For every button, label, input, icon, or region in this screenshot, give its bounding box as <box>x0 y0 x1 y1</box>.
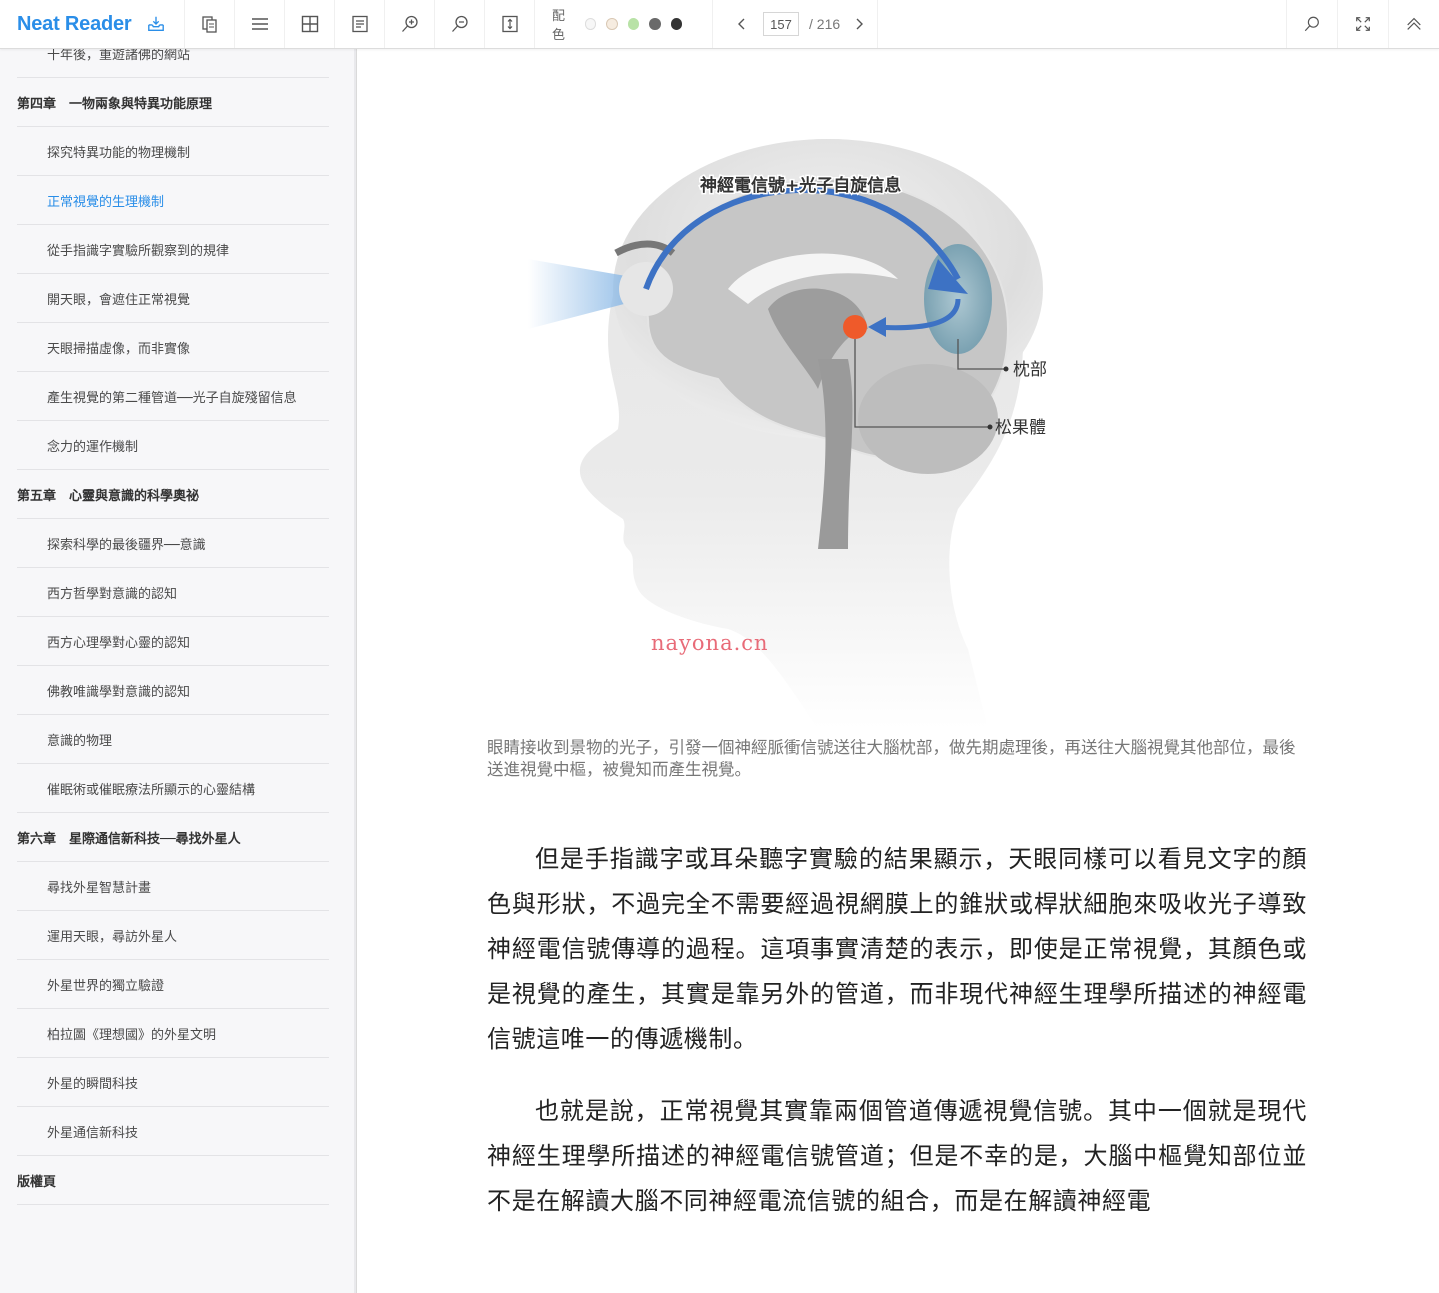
grid-icon <box>301 15 318 33</box>
zoom-out-button[interactable] <box>434 0 484 48</box>
collapse-up-icon <box>1407 17 1421 30</box>
toc-chapter[interactable]: 第五章 心靈與意識的科學奧祕 <box>17 470 329 519</box>
next-page-button[interactable] <box>850 15 868 33</box>
toc-item[interactable]: 從手指識字實驗所觀察到的規律 <box>17 225 329 274</box>
fullscreen-button[interactable] <box>1337 0 1388 48</box>
figure-caption: 眼睛接收到景物的光子，引發一個神經脈衝信號送往大腦枕部，做先期處理後，再送往大腦… <box>487 738 1296 779</box>
color-scheme-label: 配色 <box>552 9 566 43</box>
pineal-gland <box>843 315 867 339</box>
brand: Neat Reader <box>0 0 184 48</box>
fit-height-icon <box>501 15 518 33</box>
reading-pane: 神經電信號+光子自旋信息 枕部 松果體 nayona.cn 眼睛接收到景物的光子… <box>358 49 1439 1293</box>
menu-icon <box>251 18 268 30</box>
layout-button[interactable] <box>284 0 334 48</box>
page-number-input[interactable] <box>763 12 799 36</box>
zoom-in-button[interactable] <box>384 0 434 48</box>
fullscreen-icon <box>1356 17 1370 31</box>
toc-item[interactable]: 產生視覺的第二種管道──光子自旋殘留信息 <box>17 372 329 421</box>
occipital-label: 枕部 <box>1013 360 1047 380</box>
color-scheme-picker: 配色 <box>534 0 712 48</box>
toc-chapter[interactable]: 版權頁 <box>17 1156 329 1205</box>
toc-item[interactable]: 催眠術或催眠療法所顯示的心靈結構 <box>17 764 329 813</box>
swatch-green[interactable] <box>627 18 640 30</box>
notes-icon <box>351 15 368 33</box>
fit-height-button[interactable] <box>484 0 534 48</box>
toc-item[interactable]: 十年後，重遊諸佛的網站 <box>17 49 329 78</box>
toc-item[interactable]: 柏拉圖《理想國》的外星文明 <box>17 1009 329 1058</box>
toc-item[interactable]: 佛教唯識學對意識的認知 <box>17 666 329 715</box>
toc-item[interactable]: 正常視覺的生理機制 <box>17 176 329 225</box>
toc-menu-button[interactable] <box>234 0 284 48</box>
toc-list: 十年後，重遊諸佛的網站 第四章 一物兩象與特異功能原理 探究特異功能的物理機制 正常視… <box>17 49 329 1205</box>
chevron-left-icon <box>738 18 745 30</box>
pineal-label: 松果體 <box>995 418 1046 438</box>
chevron-right-icon <box>856 18 864 30</box>
toc-item[interactable]: 探究特異功能的物理機制 <box>17 127 329 176</box>
copy-button[interactable] <box>184 0 234 48</box>
zoom-in-icon <box>401 15 418 32</box>
toc-chapter[interactable]: 第四章 一物兩象與特異功能原理 <box>17 78 329 127</box>
toc-chapter[interactable]: 第六章 星際通信新科技──尋找外星人 <box>17 813 329 862</box>
toc-item[interactable]: 西方心理學對心靈的認知 <box>17 617 329 666</box>
watermark: nayona.cn <box>651 631 769 655</box>
toc-item[interactable]: 西方哲學對意識的認知 <box>17 568 329 617</box>
swatch-sepia[interactable] <box>606 18 618 30</box>
toc-item[interactable]: 天眼掃描虛像，而非實像 <box>17 323 329 372</box>
toolbar: Neat Reader 配色 / 216 <box>0 0 1439 49</box>
swatch-white[interactable] <box>584 18 597 30</box>
toc-item[interactable]: 探索科學的最後疆界──意識 <box>17 519 329 568</box>
toc-item[interactable]: 運用天眼，尋訪外星人 <box>17 911 329 960</box>
brain-vision-figure: 神經電信號+光子自旋信息 枕部 松果體 <box>528 139 1047 729</box>
copy-icon <box>201 16 217 33</box>
swatch-gray[interactable] <box>649 18 661 30</box>
collapse-toolbar-button[interactable] <box>1388 0 1439 48</box>
toc-sidebar: 十年後，重遊諸佛的網站 第四章 一物兩象與特異功能原理 探究特異功能的物理機制 正常視… <box>0 49 357 1293</box>
figure-title-label: 神經電信號+光子自旋信息 <box>700 175 901 196</box>
app-name: Neat Reader <box>17 12 132 35</box>
import-icon[interactable] <box>146 14 166 34</box>
toc-item[interactable]: 意識的物理 <box>17 715 329 764</box>
toc-item[interactable]: 外星世界的獨立驗證 <box>17 960 329 1009</box>
page-total: / 216 <box>809 16 841 32</box>
search-button[interactable] <box>1286 0 1337 48</box>
prev-page-button[interactable] <box>733 15 751 33</box>
notes-button[interactable] <box>334 0 384 48</box>
paragraph: 但是手指識字或耳朵聽字實驗的結果顯示，天眼同樣可以看見文字的顏色與形狀，不過完全… <box>487 845 1307 1053</box>
paragraph: 也就是說，正常視覺其實靠兩個管道傳遞視覺信號。其中一個就是現代神經生理學所描述的… <box>487 1097 1307 1215</box>
swatch-dark[interactable] <box>670 18 682 30</box>
toc-item[interactable]: 外星通信新科技 <box>17 1107 329 1156</box>
toc-item[interactable]: 外星的瞬間科技 <box>17 1058 329 1107</box>
zoom-out-icon <box>451 15 468 32</box>
toc-item[interactable]: 念力的運作機制 <box>17 421 329 470</box>
pager: / 216 <box>712 0 878 48</box>
toc-item[interactable]: 開天眼，會遮住正常視覺 <box>17 274 329 323</box>
toc-item[interactable]: 尋找外星智慧計畫 <box>17 862 329 911</box>
search-icon <box>1304 16 1319 32</box>
